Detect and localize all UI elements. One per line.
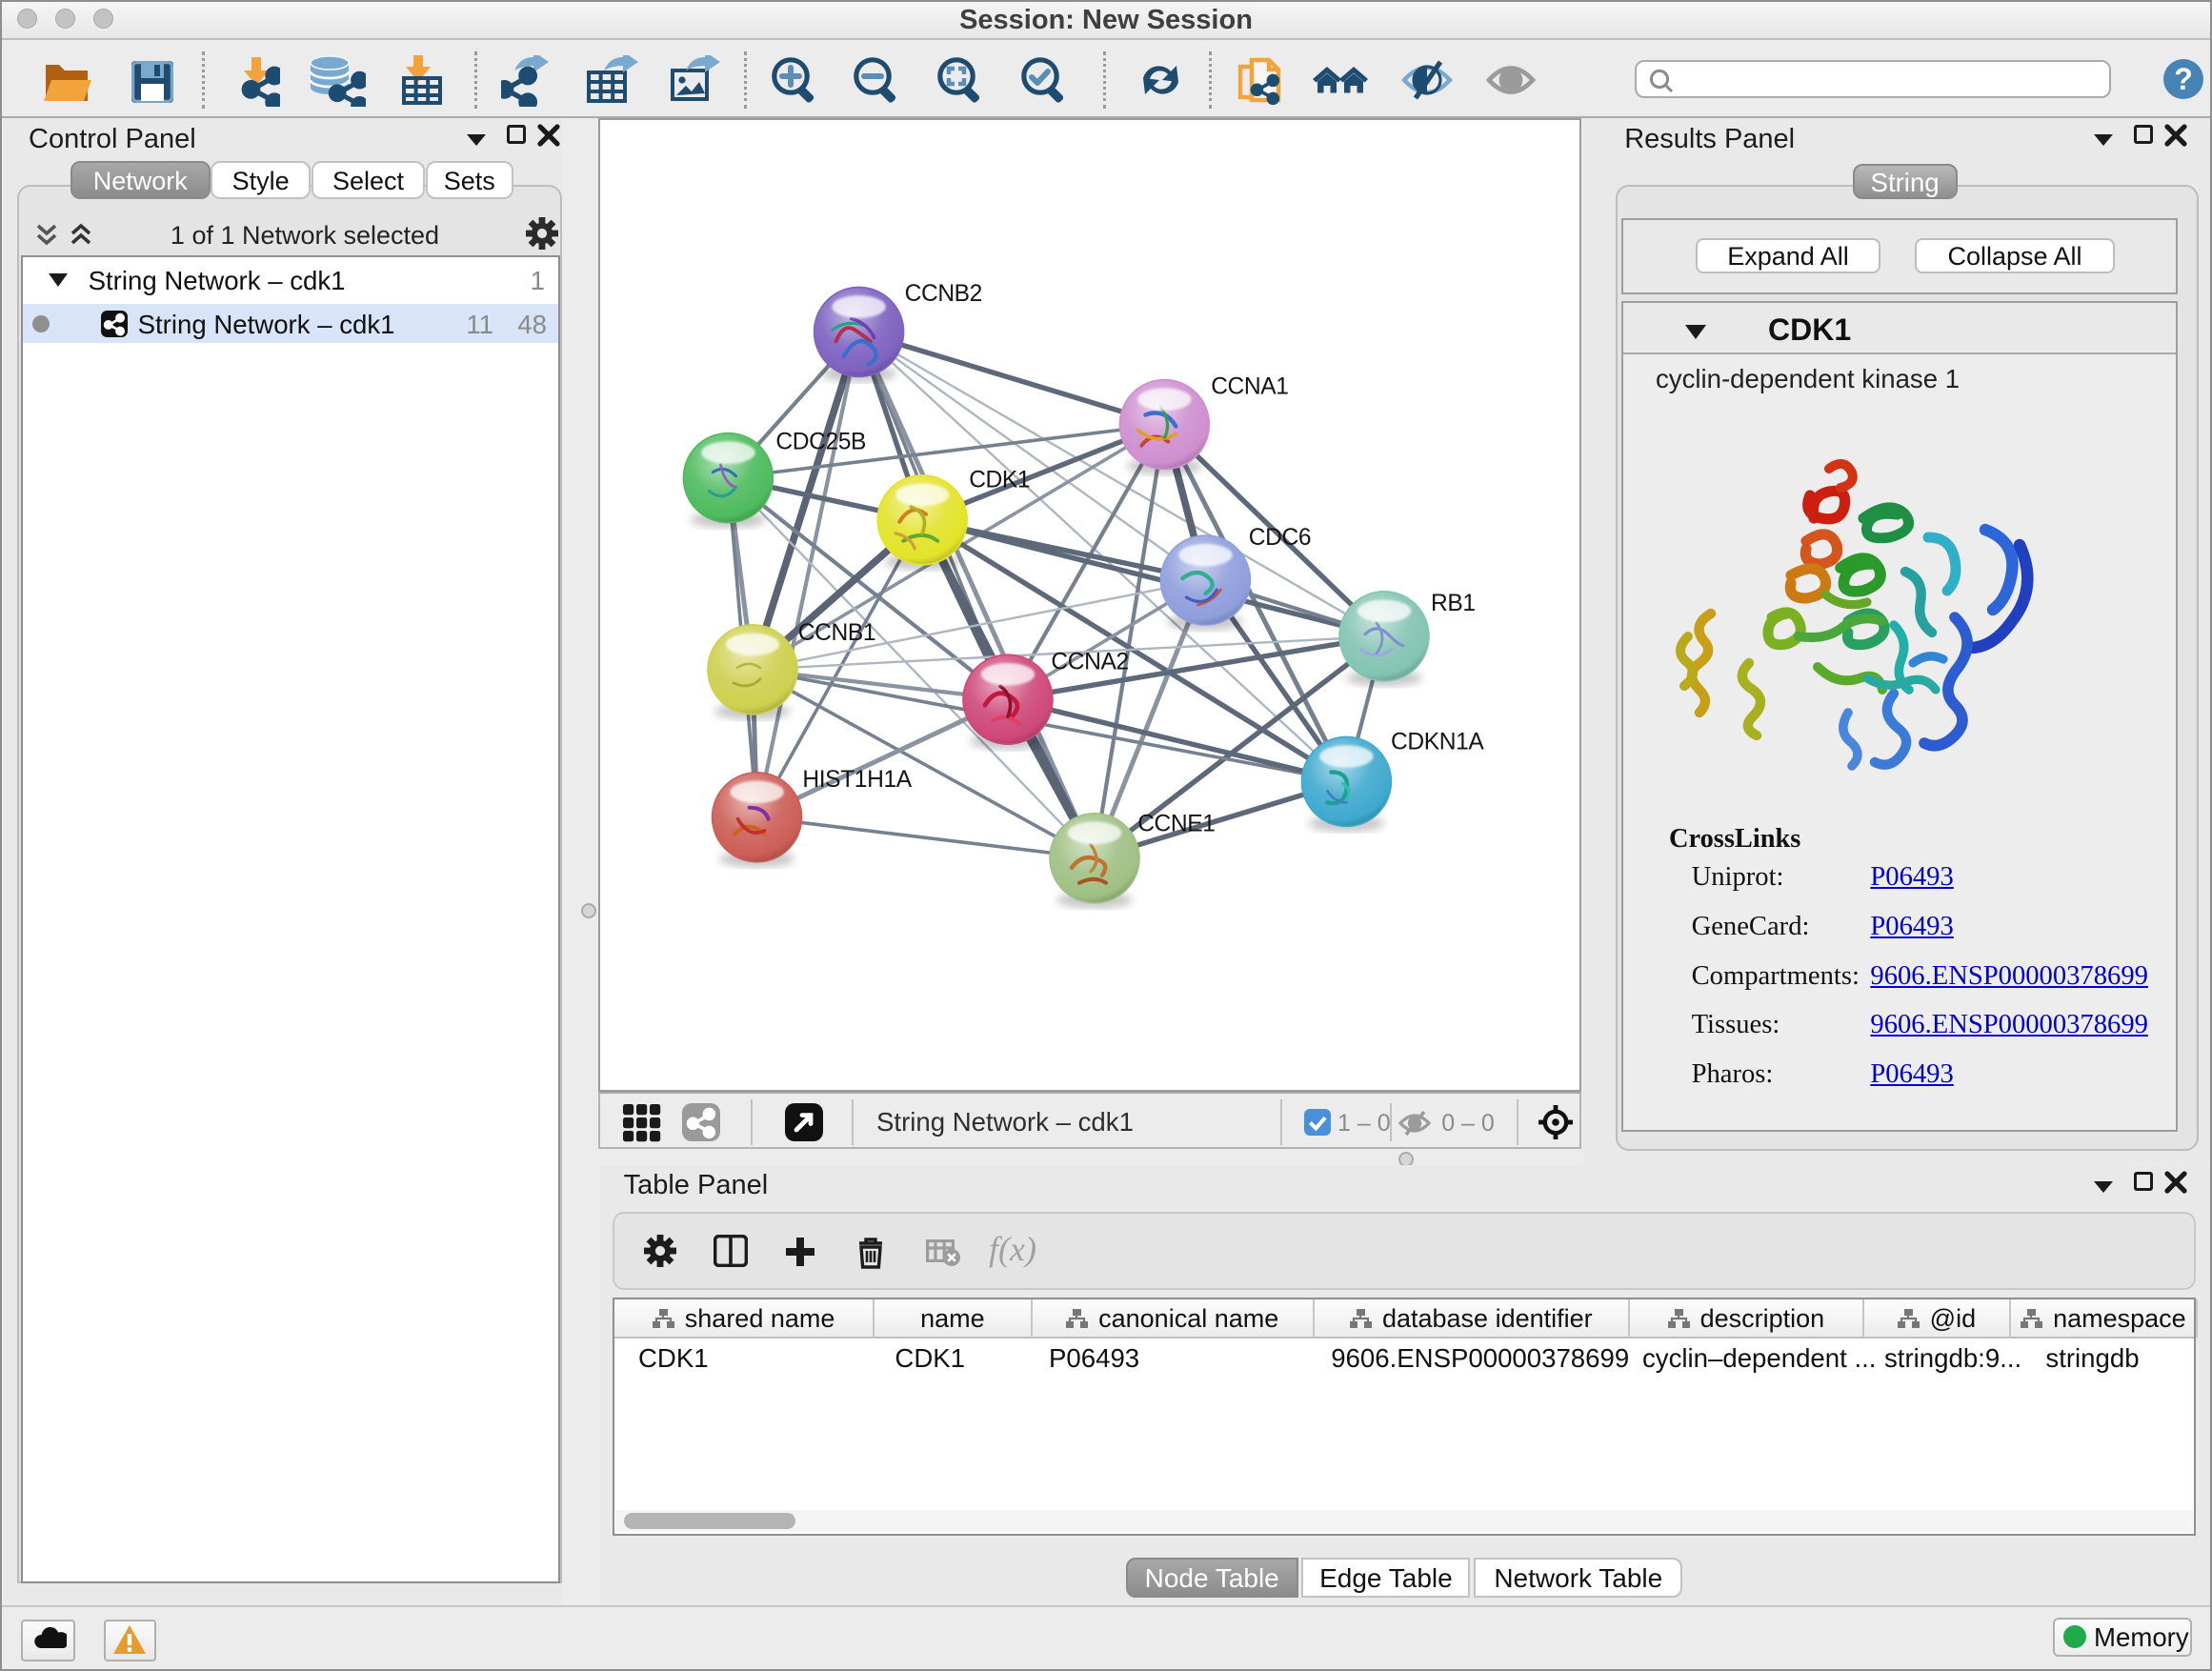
- svg-text:?: ?: [2174, 62, 2193, 96]
- svg-text:CCNE1: CCNE1: [1137, 811, 1215, 836]
- svg-text:CCNB2: CCNB2: [905, 281, 982, 307]
- svg-text:CDC6: CDC6: [1249, 525, 1311, 551]
- svg-text:CDKN1A: CDKN1A: [1391, 729, 1484, 755]
- svg-text:CDK1: CDK1: [969, 468, 1030, 493]
- svg-text:HIST1H1A: HIST1H1A: [802, 767, 912, 793]
- svg-text:CCNA1: CCNA1: [1211, 374, 1288, 400]
- svg-text:CCNA2: CCNA2: [1051, 649, 1128, 674]
- svg-text:CCNB1: CCNB1: [798, 620, 875, 646]
- svg-text:CDC25B: CDC25B: [775, 430, 866, 455]
- svg-text:RB1: RB1: [1431, 591, 1476, 616]
